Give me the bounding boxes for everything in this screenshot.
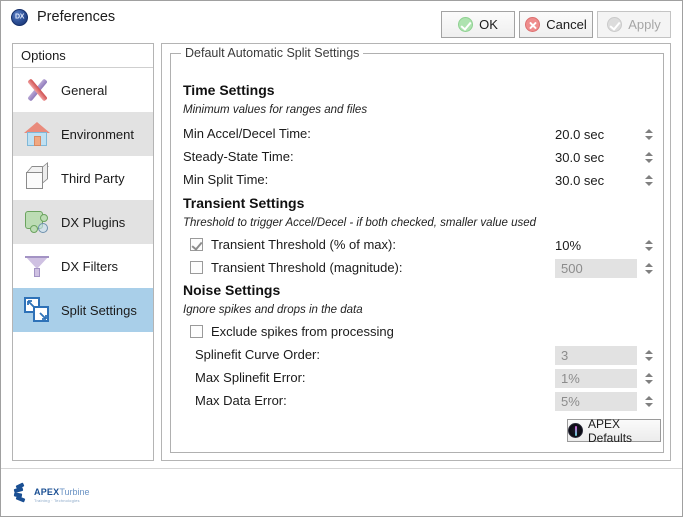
max-splinefit-error-input[interactable]: 1%	[555, 369, 637, 388]
steady-state-time-label: Steady-State Time:	[183, 149, 294, 164]
exclude-spikes-label: Exclude spikes from processing	[211, 324, 394, 339]
sidebar-item-label: Split Settings	[61, 302, 137, 318]
default-split-settings-group: Default Automatic Split Settings Time Se…	[170, 46, 664, 453]
time-settings-heading: Time Settings	[183, 82, 275, 98]
sidebar-item-label: DX Filters	[61, 258, 119, 274]
steady-state-time-stepper[interactable]	[643, 147, 654, 167]
cross-circle-icon	[525, 17, 541, 32]
transient-threshold-percent-label: Transient Threshold (% of max):	[211, 237, 396, 252]
app-icon	[11, 8, 28, 26]
time-settings-subtitle: Minimum values for ranges and files	[183, 104, 368, 116]
puzzle-piece-icon	[22, 207, 52, 237]
check-circle-icon	[607, 17, 623, 32]
logo-name: APEX	[34, 486, 60, 497]
transient-threshold-percent-input[interactable]: 10%	[555, 236, 637, 255]
min-split-time-label: Min Split Time:	[183, 172, 269, 187]
apex-turbine-mark-icon	[13, 482, 33, 503]
cube-icon	[22, 161, 52, 193]
transient-threshold-magnitude-label: Transient Threshold (magnitude):	[211, 260, 403, 275]
splinefit-curve-order-stepper[interactable]	[643, 345, 654, 365]
noise-settings-heading: Noise Settings	[183, 282, 281, 298]
transient-threshold-magnitude-input[interactable]: 500	[555, 259, 637, 278]
sidebar-item-third-party[interactable]: Third Party	[13, 156, 153, 200]
apply-button-label: Apply	[628, 17, 661, 32]
sidebar-item-label: General	[61, 82, 108, 98]
logo-tagline: Training · Technologies	[34, 498, 80, 504]
apex-defaults-label: APEX Defaults	[588, 416, 633, 445]
sidebar-item-label: DX Plugins	[61, 214, 126, 230]
exclude-spikes-checkbox[interactable]	[190, 325, 203, 338]
steady-state-time-input[interactable]: 30.0 sec	[555, 148, 637, 167]
sidebar-item-environment[interactable]: Environment	[13, 112, 153, 156]
noise-settings-subtitle: Ignore spikes and drops in the data	[183, 304, 363, 316]
preferences-dialog: Preferences ? ✕ Options General Environm…	[0, 0, 683, 517]
ok-button-label: OK	[479, 17, 498, 32]
splinefit-curve-order-label: Splinefit Curve Order:	[195, 347, 320, 362]
apex-defaults-button[interactable]: APEX Defaults	[567, 416, 661, 445]
apply-button[interactable]: Apply	[597, 11, 671, 38]
min-accel-decel-time-label: Min Accel/Decel Time:	[183, 126, 311, 141]
apex-logo-icon	[568, 423, 583, 438]
splinefit-curve-order-input[interactable]: 3	[555, 346, 637, 365]
logo-word: Turbine	[59, 486, 90, 497]
max-data-error-label: Max Data Error:	[195, 393, 287, 408]
min-split-time-input[interactable]: 30.0 sec	[555, 171, 637, 190]
sidebar-item-general[interactable]: General	[13, 68, 153, 112]
tools-icon	[22, 75, 52, 105]
options-header: Options	[13, 44, 153, 68]
check-circle-icon	[458, 17, 474, 32]
cancel-button[interactable]: Cancel	[519, 11, 593, 38]
sidebar-item-split-settings[interactable]: Split Settings	[13, 288, 153, 332]
house-icon	[22, 119, 52, 149]
sidebar-item-dx-filters[interactable]: DX Filters	[13, 244, 153, 288]
funnel-icon	[22, 251, 52, 281]
transient-threshold-percent-checkbox[interactable]	[190, 238, 203, 251]
max-data-error-input[interactable]: 5%	[555, 392, 637, 411]
max-splinefit-error-label: Max Splinefit Error:	[195, 370, 306, 385]
split-arrows-icon	[22, 295, 52, 325]
min-accel-decel-time-stepper[interactable]	[643, 124, 654, 144]
max-data-error-stepper[interactable]	[643, 391, 654, 411]
transient-threshold-magnitude-checkbox[interactable]	[190, 261, 203, 274]
min-split-time-stepper[interactable]	[643, 170, 654, 190]
min-accel-decel-time-input[interactable]: 20.0 sec	[555, 125, 637, 144]
max-splinefit-error-stepper[interactable]	[643, 368, 654, 388]
sidebar-item-dx-plugins[interactable]: DX Plugins	[13, 200, 153, 244]
cancel-button-label: Cancel	[546, 17, 587, 32]
window-title: Preferences	[37, 9, 116, 25]
settings-panel: Default Automatic Split Settings Time Se…	[161, 43, 671, 461]
sidebar-item-label: Environment	[61, 126, 134, 142]
transient-threshold-magnitude-stepper[interactable]	[643, 258, 654, 278]
transient-settings-heading: Transient Settings	[183, 195, 305, 211]
transient-threshold-percent-stepper[interactable]	[643, 235, 654, 255]
apex-turbine-logo: APEXTurbine Training · Technologies	[13, 480, 109, 506]
sidebar-item-label: Third Party	[61, 170, 125, 186]
transient-settings-subtitle: Threshold to trigger Accel/Decel - if bo…	[183, 217, 537, 229]
ok-button[interactable]: OK	[441, 11, 515, 38]
options-list: Options General Environment Third Party …	[12, 43, 154, 461]
